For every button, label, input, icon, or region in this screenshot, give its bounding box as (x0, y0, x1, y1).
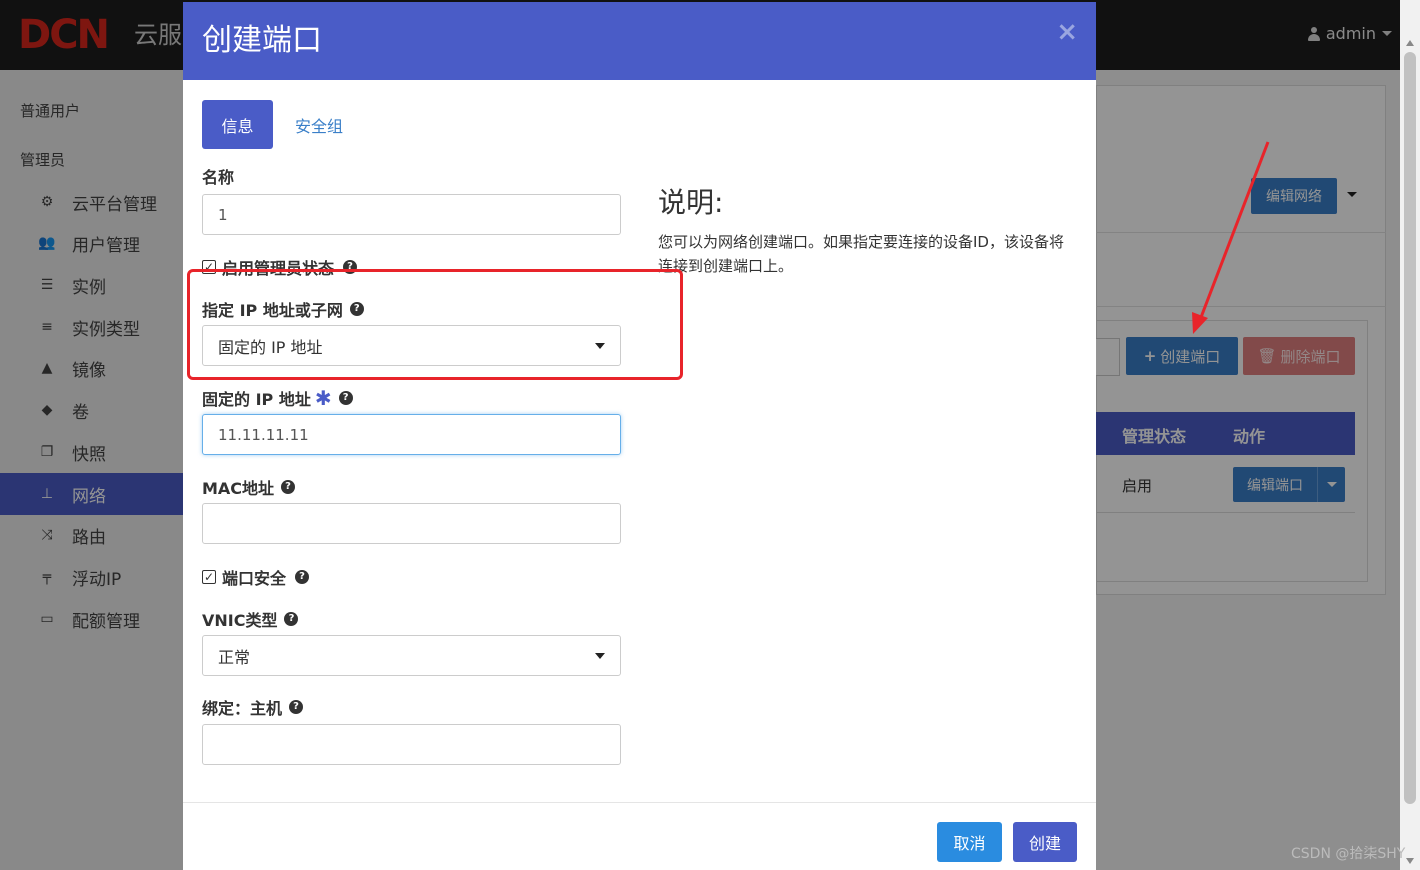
name-label: 名称 (202, 164, 234, 188)
checkbox-checked-icon[interactable]: ✓ (202, 570, 216, 584)
label-text: 固定的 IP 地址 (202, 390, 311, 409)
name-input[interactable] (202, 194, 621, 235)
tab-security-group[interactable]: 安全组 (295, 100, 343, 149)
help-icon[interactable]: ? (281, 480, 296, 494)
fixed-ip-input[interactable] (202, 414, 621, 455)
divider (183, 802, 1096, 803)
label-text: 名称 (202, 168, 235, 187)
description-text: 您可以为网络创建端口。如果指定要连接的设备ID，该设备将连接到创建端口上。 (658, 233, 1064, 275)
port-security-checkbox[interactable]: ✓ 端口安全 ? (202, 565, 310, 589)
select-value: 正常 (218, 647, 251, 667)
fixed-ip-label: 固定的 IP 地址 ✱ ? (202, 386, 353, 410)
binding-host-input[interactable] (202, 724, 621, 765)
chevron-down-icon (595, 652, 605, 659)
binding-host-label: 绑定：主机 ? (202, 695, 304, 719)
tab-info[interactable]: 信息 (202, 100, 273, 149)
description-title: 说明: (658, 186, 724, 219)
label-text: 绑定：主机 (202, 699, 283, 718)
mac-label: MAC地址 ? (202, 475, 296, 499)
close-icon[interactable]: × (1056, 18, 1078, 46)
scroll-down-icon[interactable] (1406, 858, 1414, 864)
create-port-modal: 创建端口 × 信息 安全组 名称 ✓ 启用管理员状态 ? 指定 IP 地址或子网… (183, 2, 1096, 870)
scrollbar-thumb[interactable] (1404, 52, 1416, 804)
vnic-label: VNIC类型 ? (202, 607, 299, 631)
modal-header: 创建端口 × (183, 2, 1096, 80)
cancel-button[interactable]: 取消 (937, 822, 1002, 862)
help-icon[interactable]: ? (284, 612, 299, 626)
annotation-highlight-box (187, 269, 683, 380)
label-text: MAC地址 (202, 479, 275, 498)
vnic-select[interactable]: 正常 (202, 635, 621, 676)
watermark: CSDN @拾柒SHY (1291, 846, 1406, 862)
required-icon: ✱ (314, 386, 332, 410)
label-text: VNIC类型 (202, 611, 278, 630)
help-icon[interactable]: ? (289, 700, 304, 714)
scrollbar[interactable] (1400, 0, 1420, 870)
help-icon[interactable]: ? (338, 391, 353, 405)
modal-title: 创建端口 (202, 23, 322, 58)
help-icon[interactable]: ? (295, 570, 310, 584)
mac-input[interactable] (202, 503, 621, 544)
scroll-up-icon[interactable] (1406, 40, 1414, 46)
create-button[interactable]: 创建 (1013, 822, 1077, 862)
checkbox-label: 端口安全 (222, 569, 287, 588)
